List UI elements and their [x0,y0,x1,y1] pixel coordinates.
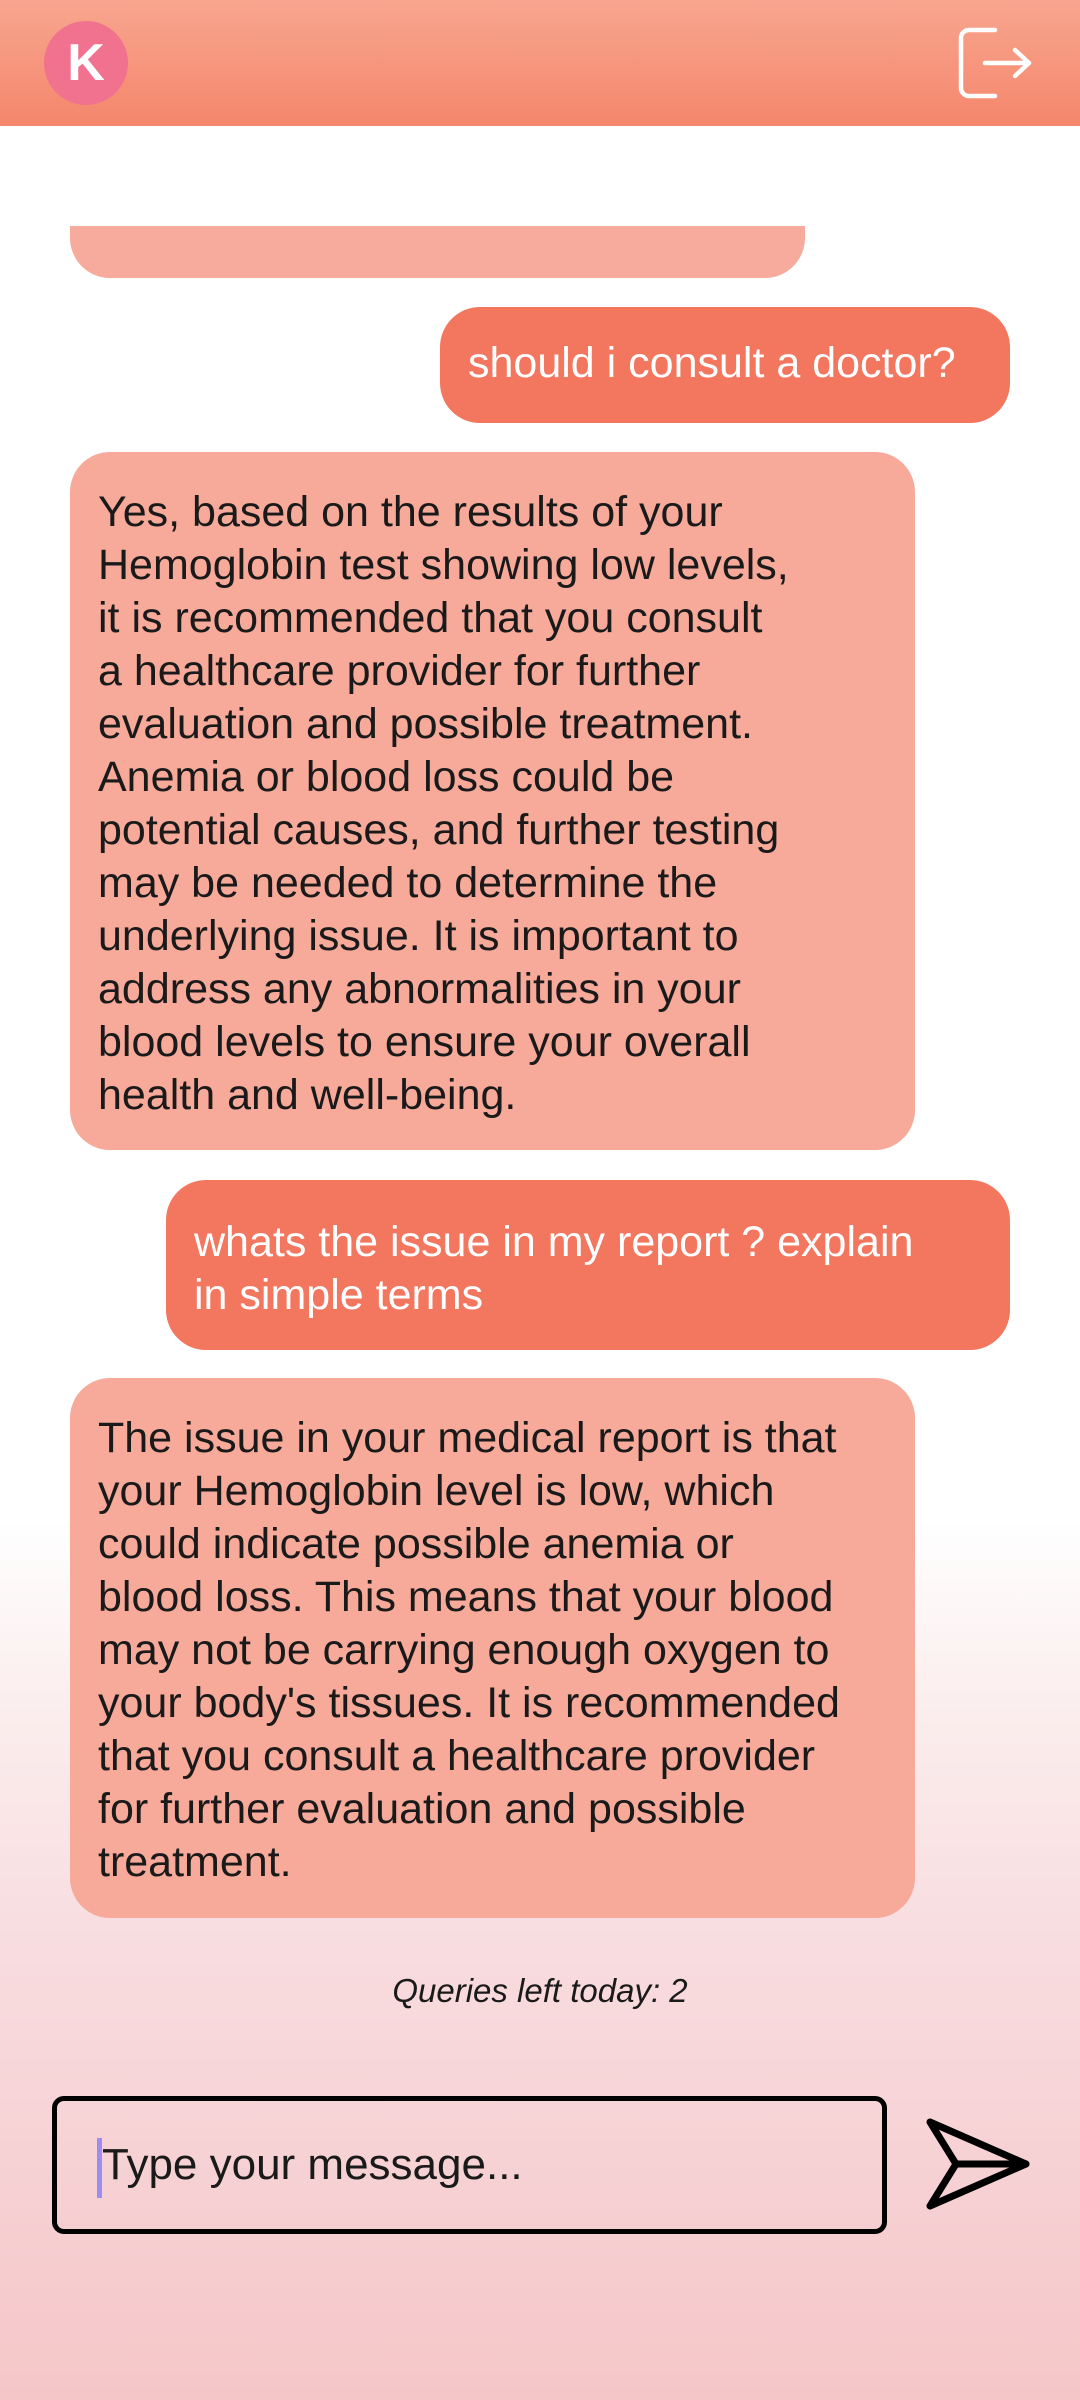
bot-message: The issue in your medical report is that… [70,1378,915,1918]
previous-message-bubble [70,226,805,278]
bot-message: Yes, based on the results of your Hemogl… [70,452,915,1150]
queries-left-label: Queries left today: 2 [392,1972,688,2009]
avatar[interactable]: K [44,21,128,105]
app-header: K [0,0,1080,126]
message-placeholder: Type your message... [102,2140,523,2189]
message-input[interactable]: Type your message... [52,2096,887,2234]
user-message: whats the issue in my report ? explain i… [166,1180,1010,1350]
logout-icon[interactable] [955,26,1035,100]
send-icon[interactable] [922,2112,1034,2216]
user-message: should i consult a doctor? [440,307,1010,423]
